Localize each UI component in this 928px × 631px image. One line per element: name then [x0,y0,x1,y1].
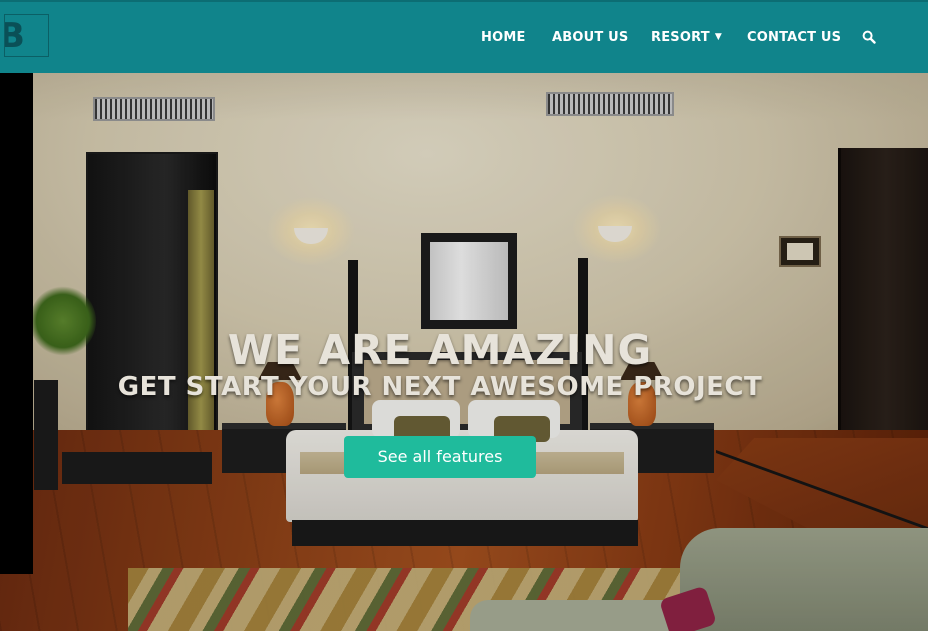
nav-resort-dropdown[interactable]: RESORT ▼ [651,27,722,47]
search-icon[interactable] [862,29,876,44]
logo-icon[interactable]: B [4,14,49,57]
nav-contact-us[interactable]: CONTACT US [747,27,841,47]
see-all-features-button[interactable]: See all features [344,436,536,478]
left-edge-panel [0,0,33,574]
caret-down-icon: ▼ [714,32,722,42]
nav-resort-label: RESORT [651,29,710,45]
nav-home[interactable]: HOME [481,27,526,47]
nav-home-label: HOME [481,29,526,45]
hero-subheadline: GET START YOUR NEXT AWESOME PROJECT [117,372,763,402]
hero-background-image [0,0,928,631]
hero-headline: WE ARE AMAZING [227,326,653,374]
nav-about-us[interactable]: ABOUT US [552,27,629,47]
top-navbar: B HOME ABOUT US RESORT ▼ CONTACT US [0,0,928,73]
nav-about-us-label: ABOUT US [552,29,629,45]
nav-contact-us-label: CONTACT US [747,29,842,45]
